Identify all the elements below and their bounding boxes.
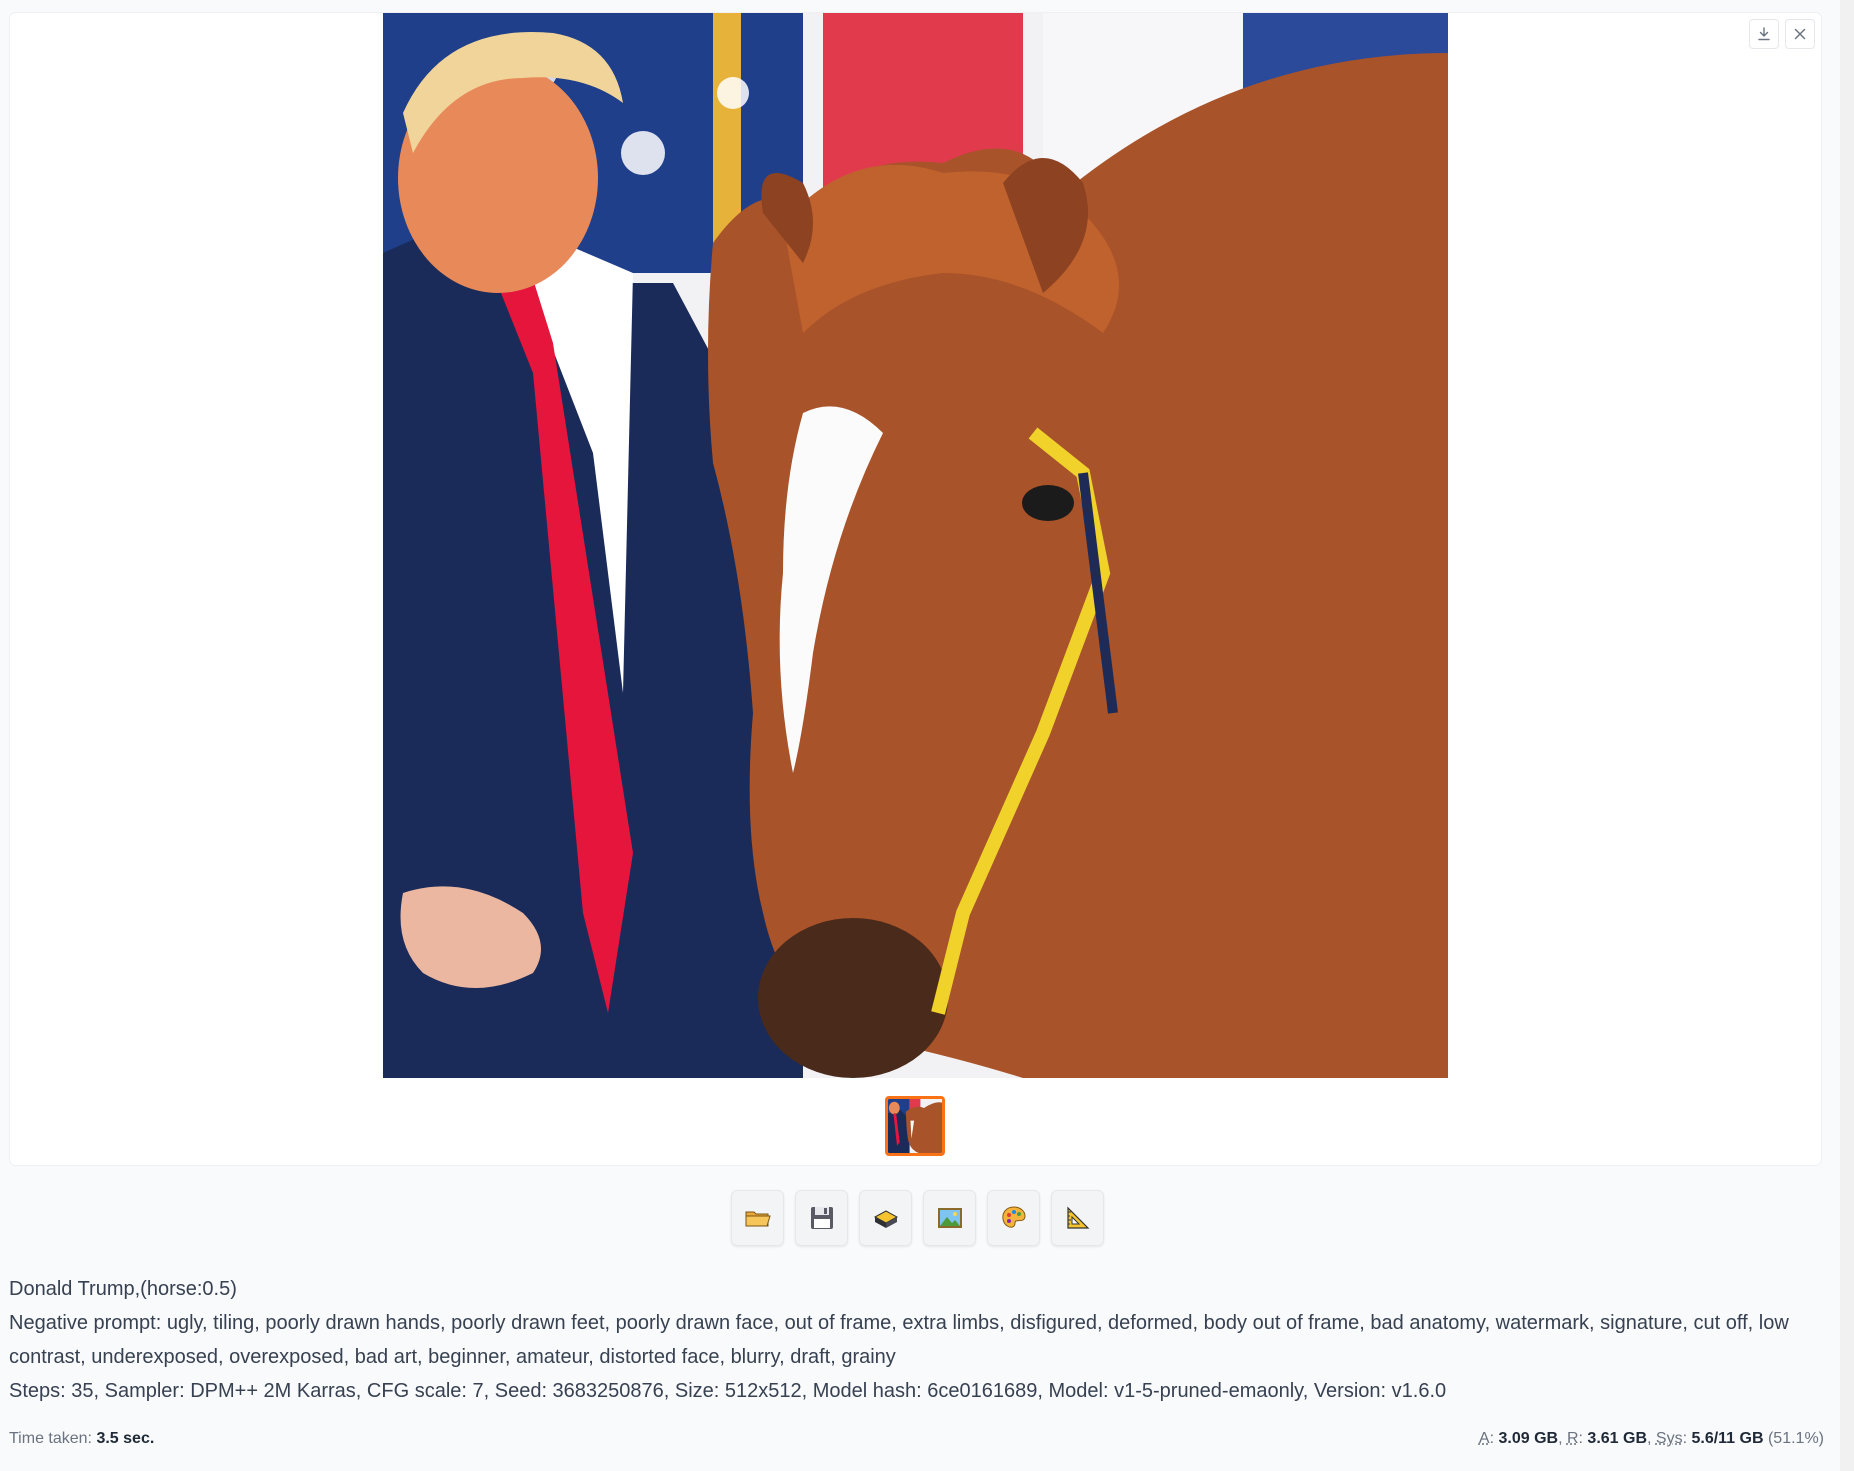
generated-image[interactable]: [383, 13, 1448, 1078]
image-icon: [937, 1208, 962, 1228]
zip-button[interactable]: [859, 1190, 912, 1246]
close-icon: [1794, 28, 1806, 40]
active-memory-value: 3.09 GB: [1498, 1430, 1559, 1447]
send-to-extras-button[interactable]: [1051, 1190, 1104, 1246]
close-button[interactable]: [1785, 19, 1815, 49]
image-actions-toolbar: [731, 1190, 1104, 1246]
system-memory-percent: (51.1%): [1767, 1430, 1824, 1447]
prompt-text: Donald Trump,(horse:0.5): [9, 1278, 237, 1300]
open-folder-button[interactable]: [731, 1190, 784, 1246]
send-to-inpaint-button[interactable]: [987, 1190, 1040, 1246]
page-scrollbar[interactable]: [1840, 0, 1854, 1471]
system-memory-label: Sys: [1655, 1430, 1683, 1447]
send-to-img2img-button[interactable]: [923, 1190, 976, 1246]
save-icon: [810, 1207, 833, 1229]
negative-prompt-text: Negative prompt: ugly, tiling, poorly dr…: [9, 1312, 1789, 1368]
image-gallery: [9, 12, 1822, 1166]
generation-params-text: Steps: 35, Sampler: DPM++ 2M Karras, CFG…: [9, 1380, 1447, 1402]
system-memory-value: 5.6/11 GB: [1691, 1430, 1764, 1447]
active-memory-label: A: [1478, 1430, 1490, 1447]
time-taken-value: 3.5 sec.: [96, 1430, 155, 1447]
save-button[interactable]: [795, 1190, 848, 1246]
time-taken-label: Time taken:: [9, 1430, 92, 1447]
folder-icon: [745, 1211, 771, 1227]
memory-stats: A: 3.09 GB, R: 3.61 GB, Sys: 5.6/11 GB (…: [1478, 1430, 1824, 1447]
download-button[interactable]: [1749, 19, 1779, 49]
reserved-memory-value: 3.61 GB: [1587, 1430, 1648, 1447]
zip-icon: [873, 1210, 898, 1228]
gallery-controls: [1749, 19, 1815, 49]
gallery-thumbnail[interactable]: [885, 1096, 945, 1156]
time-taken: Time taken: 3.5 sec.: [9, 1430, 154, 1448]
download-icon: [1758, 27, 1770, 41]
triangle-ruler-icon: [1066, 1206, 1089, 1229]
reserved-memory-label: R: [1566, 1430, 1579, 1447]
generation-info: Donald Trump,(horse:0.5) Negative prompt…: [9, 1272, 1809, 1408]
palette-icon: [1001, 1206, 1026, 1228]
performance-footer: Time taken: 3.5 sec. A: 3.09 GB, R: 3.61…: [9, 1430, 1824, 1448]
